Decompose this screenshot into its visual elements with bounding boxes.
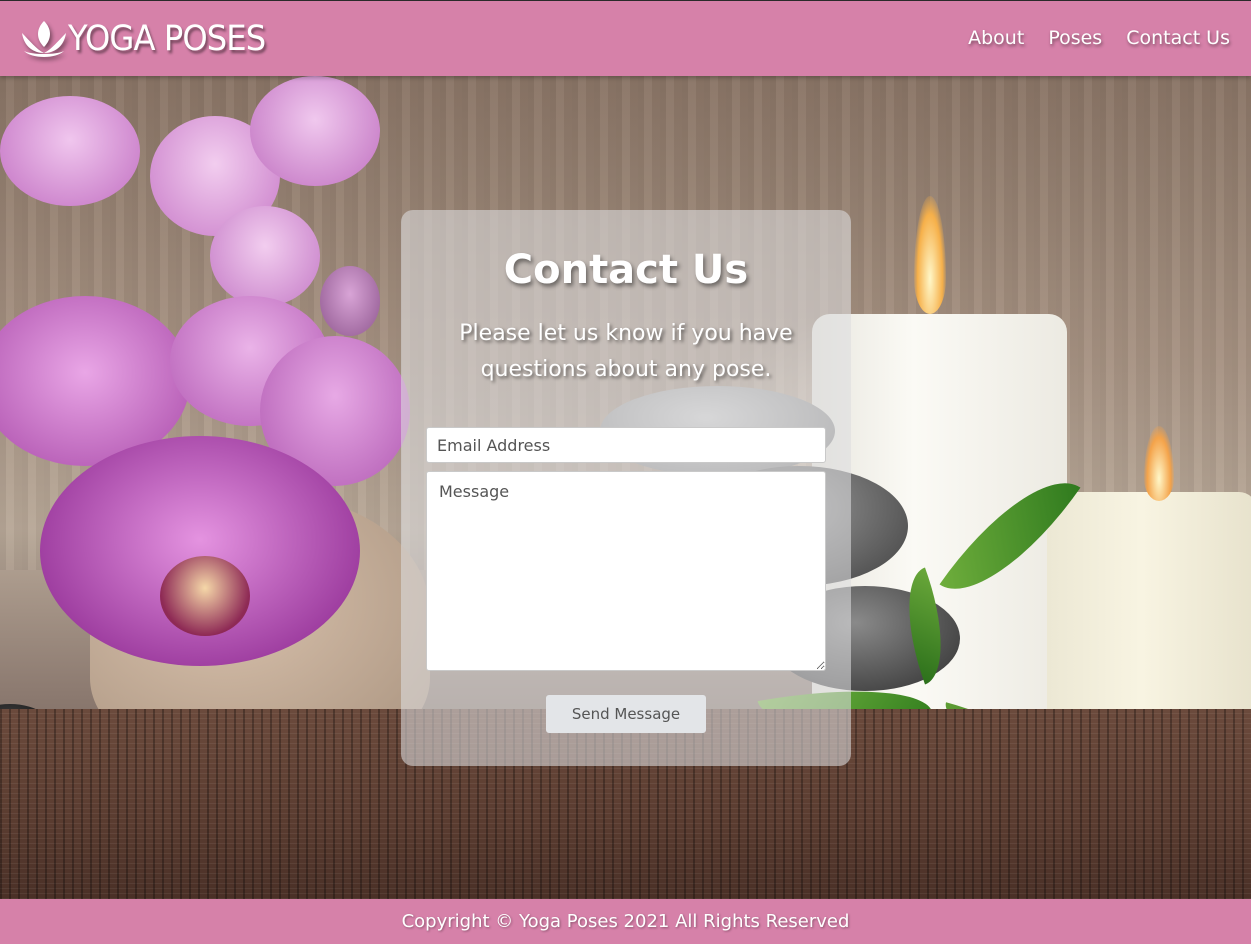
orchid-bud — [320, 266, 380, 336]
site-footer: Copyright © Yoga Poses 2021 All Rights R… — [0, 899, 1251, 944]
nav-contact-link[interactable]: Contact Us — [1126, 27, 1230, 49]
contact-title: Contact Us — [503, 247, 749, 293]
contact-card: Contact Us Please let us know if you hav… — [401, 210, 851, 766]
email-field[interactable] — [426, 427, 826, 463]
orchid-petal — [0, 96, 140, 206]
main-nav: About Poses Contact Us — [968, 27, 1230, 49]
lotus-icon — [22, 21, 66, 57]
site-logo[interactable]: YOGA POSES — [20, 15, 282, 63]
nav-about-link[interactable]: About — [968, 27, 1024, 49]
send-message-button[interactable]: Send Message — [546, 695, 706, 733]
orchid-petal — [250, 76, 380, 186]
brand-name: YOGA POSES — [68, 19, 266, 59]
message-field[interactable] — [426, 471, 826, 671]
site-header: YOGA POSES About Poses Contact Us — [0, 0, 1251, 76]
orchid-center — [160, 556, 250, 636]
copyright-text: Copyright © Yoga Poses 2021 All Rights R… — [401, 911, 850, 932]
contact-subtitle: Please let us know if you have questions… — [459, 321, 793, 382]
orchid-petal — [210, 206, 320, 306]
nav-poses-link[interactable]: Poses — [1048, 27, 1102, 49]
